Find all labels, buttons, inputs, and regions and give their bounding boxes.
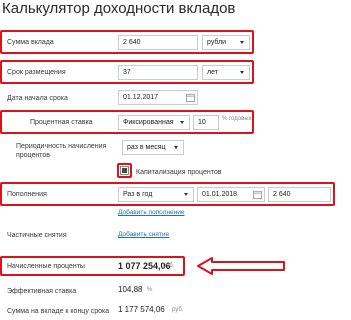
calendar-icon[interactable] xyxy=(186,93,195,102)
capitalization-checkbox[interactable] xyxy=(120,166,129,175)
effective-rate-unit: % xyxy=(147,287,153,293)
page-title: Калькулятор доходности вкладов xyxy=(2,0,236,17)
accrual-select[interactable]: раз в месяц xyxy=(122,140,184,155)
start-date-input[interactable]: 01.12.2017 xyxy=(118,90,198,105)
start-date-label: Дата начала срока xyxy=(7,95,68,102)
rate-label: Процентная ставка xyxy=(30,119,93,126)
effective-rate-label: Эффективная ставка xyxy=(7,288,77,295)
accrual-label-line1: Периодичность начисления xyxy=(16,143,107,150)
rate-unit: % годовых xyxy=(222,116,252,122)
total-label: Сумма на вкладе к концу срока xyxy=(7,308,110,315)
interest-label: Начисленные проценты xyxy=(7,263,85,270)
term-input[interactable]: 37 xyxy=(118,65,198,80)
topup-amount-input[interactable]: 2 640 xyxy=(268,187,331,202)
add-withdrawal-link[interactable]: Добавить снятие xyxy=(118,231,169,238)
withdrawals-label: Частичные снятия xyxy=(7,232,67,239)
term-unit-select[interactable]: лет xyxy=(202,65,250,80)
total-value: 1 177 574,06 xyxy=(118,305,165,314)
topup-frequency-select[interactable]: Раз в год xyxy=(118,187,194,202)
effective-rate-value: 104,88 xyxy=(118,285,143,294)
start-date-value: 01.12.2017 xyxy=(123,94,159,101)
term-label: Срок размещения xyxy=(7,69,66,76)
deposit-amount-input[interactable]: 2 640 xyxy=(118,35,198,50)
topup-date-input[interactable]: 01.01.2018 xyxy=(197,187,265,202)
rate-type-select[interactable]: Фиксированная xyxy=(118,115,190,130)
interest-currency: руб. xyxy=(163,263,175,269)
check-mark-icon xyxy=(122,168,127,173)
topup-date-value: 01.01.2018 xyxy=(202,191,238,198)
arrow-left-icon xyxy=(197,257,285,275)
calendar-icon[interactable] xyxy=(253,190,262,199)
deposit-amount-label: Сумма вклада xyxy=(7,39,54,46)
topups-label: Пополнения xyxy=(7,191,47,198)
accrual-label-line2: процентов xyxy=(16,152,51,159)
currency-select[interactable]: рубли xyxy=(202,35,250,50)
rate-input[interactable]: 10 xyxy=(193,115,219,130)
total-currency: руб. xyxy=(172,307,184,313)
add-topup-link[interactable]: Добавить пополнение xyxy=(118,209,185,216)
capitalization-label: Капитализация процентов xyxy=(136,169,222,176)
